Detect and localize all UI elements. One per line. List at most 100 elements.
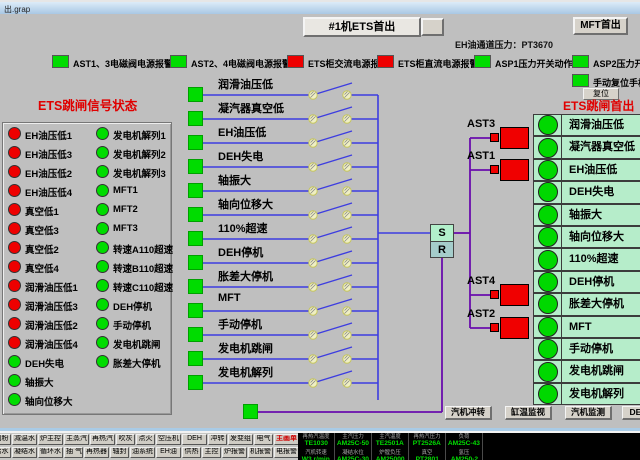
taskbar-button[interactable]: 吹灰 (116, 434, 135, 445)
first-out-lamp-cell (533, 159, 562, 181)
nav-button[interactable]: 汽机监测 (565, 406, 612, 420)
alarm-indicator-lamp (572, 74, 589, 87)
ast-output-box (500, 127, 529, 149)
taskbar-button[interactable]: 再热汽 (90, 434, 115, 445)
trip-signal-label: EH油压低2 (25, 166, 72, 180)
taskbar-button[interactable]: 炉主控 (38, 434, 63, 445)
taskbar-button[interactable]: 主画单 (274, 434, 299, 445)
trip-signal-label: 轴向位移大 (25, 394, 73, 408)
taskbar-button[interactable]: 炉报警 (222, 447, 247, 458)
trip-signal-label: EH油压低1 (25, 128, 72, 142)
readout-value: PT2526A (413, 440, 441, 447)
ladder-input-indicator (188, 375, 203, 390)
trip-signal-lamp (8, 355, 21, 368)
trip-signal-label: 发电机解列2 (113, 147, 166, 161)
trip-signal-label: EH油压低4 (25, 185, 72, 199)
first-out-row: 润滑油压低 (533, 114, 640, 136)
nav-button[interactable]: DEH (622, 406, 640, 420)
taskbar-button[interactable]: 给水 (0, 447, 11, 458)
ladder-signal-label: 胀差大停机 (218, 268, 273, 284)
ladder-signal-label: EH油压低 (218, 124, 266, 140)
readout-value: AM25C-30 (337, 456, 369, 460)
readout-column: 再热汽压力PT2526A真空PT2801 (409, 433, 446, 460)
first-out-label: 轴振大 (561, 204, 640, 226)
taskbar-button[interactable]: 发变组 (228, 434, 253, 445)
first-out-label: DEH停机 (561, 271, 640, 293)
trip-signal-label: 发电机跳闸 (113, 337, 161, 351)
ladder-signal-label: 110%超速 (218, 220, 268, 236)
mft-first-out-button[interactable]: MFT首出 (573, 17, 628, 35)
first-out-lamp-cell (533, 360, 562, 382)
readout-value: AM25C-50 (337, 440, 369, 447)
ast-output-box (500, 317, 529, 339)
trip-signal-label: 手动停机 (113, 318, 151, 332)
process-readouts-panel: 再热汽温度TE1030汽机转速W3 r/min 主汽压力AM25C-50凝结水位A… (298, 433, 640, 460)
ast-connector-square (490, 323, 499, 332)
ladder-signal-label: DEH停机 (218, 244, 263, 260)
alarm-indicator-label: 手动复位手柄 (593, 76, 640, 89)
first-out-label: 润滑油压低 (561, 114, 640, 136)
sr-reset-cell: R (431, 242, 453, 257)
trip-signal-lamp (8, 260, 21, 273)
nav-button[interactable]: 汽机冲转 (445, 406, 492, 420)
trip-signal-lamp (8, 298, 21, 311)
nav-button[interactable]: 缸温监视 (505, 406, 552, 420)
ets-first-out-aux-button[interactable] (421, 18, 444, 36)
ast-output-box (500, 284, 529, 306)
trip-signal-lamp (96, 336, 109, 349)
first-out-lamp-cell (533, 338, 562, 360)
ast-connector-square (490, 133, 499, 142)
readout-value: W3 r/min (302, 456, 330, 460)
readout-header: 再热汽温度 (302, 433, 329, 439)
taskbar-button[interactable]: 主控 (202, 447, 221, 458)
first-out-lamp (538, 250, 558, 270)
taskbar-button[interactable]: 凝结水 (12, 447, 37, 458)
taskbar-button[interactable]: 再热器 (84, 447, 109, 458)
alarm-indicator-lamp (287, 55, 304, 68)
taskbar-row-2: 给水凝结水循环水抽 气再热器轴封油系统EH油供热主控炉报警机报警电报警 (2, 447, 302, 458)
first-out-lamp (538, 339, 558, 359)
taskbar-button[interactable]: 主蒸汽 (64, 434, 89, 445)
taskbar-button[interactable]: 供热 (182, 447, 201, 458)
ladder-input-indicator (188, 87, 203, 102)
taskbar-button[interactable]: EH油 (156, 447, 181, 458)
taskbar-button[interactable]: 减温水 (12, 434, 37, 445)
readout-value: TE1030 (304, 440, 327, 447)
first-out-lamp-cell (533, 181, 562, 203)
taskbar-button[interactable]: DEH (182, 434, 207, 445)
ladder-signal-label: MFT (218, 292, 241, 304)
taskbar-button[interactable]: 机报警 (248, 447, 273, 458)
readout-header: 主汽温度 (379, 433, 401, 439)
ladder-signal-label: 轴振大 (218, 172, 251, 188)
readout-header: 凝结水位 (342, 447, 364, 455)
taskbar-button[interactable]: 油系统 (130, 447, 155, 458)
taskbar-button[interactable]: 点火 (136, 434, 155, 445)
ladder-input-indicator (188, 327, 203, 342)
trip-signal-lamp (8, 279, 21, 292)
taskbar-button[interactable]: 冲转 (208, 434, 227, 445)
taskbar-button[interactable]: 循环水 (38, 447, 63, 458)
taskbar-button[interactable]: 电气 (254, 434, 273, 445)
first-out-label: 发电机跳闸 (561, 360, 640, 382)
first-out-lamp-cell (533, 316, 562, 338)
sr-latch-block: S R (430, 224, 454, 258)
taskbar-button[interactable]: 电报警 (274, 447, 299, 458)
readout-header: 主汽压力 (342, 433, 364, 439)
alarm-indicator-lamp (52, 55, 69, 68)
trip-signal-lamp (96, 355, 109, 368)
trip-signal-lamp (8, 241, 21, 254)
taskbar-button[interactable]: 抽 气 (64, 447, 83, 458)
trip-signal-lamp (96, 203, 109, 216)
taskbar-button[interactable]: 轴封 (110, 447, 129, 458)
ast-output-label: AST2 (467, 308, 495, 320)
window-title: 出.grap (4, 4, 30, 15)
first-out-row: 轴振大 (533, 204, 640, 226)
trip-signal-lamp (96, 184, 109, 197)
readout-column: 再热汽温度TE1030汽机转速W3 r/min (298, 433, 335, 460)
ets-first-out-button[interactable]: #1机ETS首出 (303, 17, 421, 37)
taskbar-button[interactable]: 制粉 (0, 434, 11, 445)
taskbar-button[interactable]: 空压机 (156, 434, 181, 445)
trip-signal-label: 润滑油压低1 (25, 280, 78, 294)
first-out-row: 轴向位移大 (533, 226, 640, 248)
window-titlebar: 出.grap (0, 0, 640, 14)
